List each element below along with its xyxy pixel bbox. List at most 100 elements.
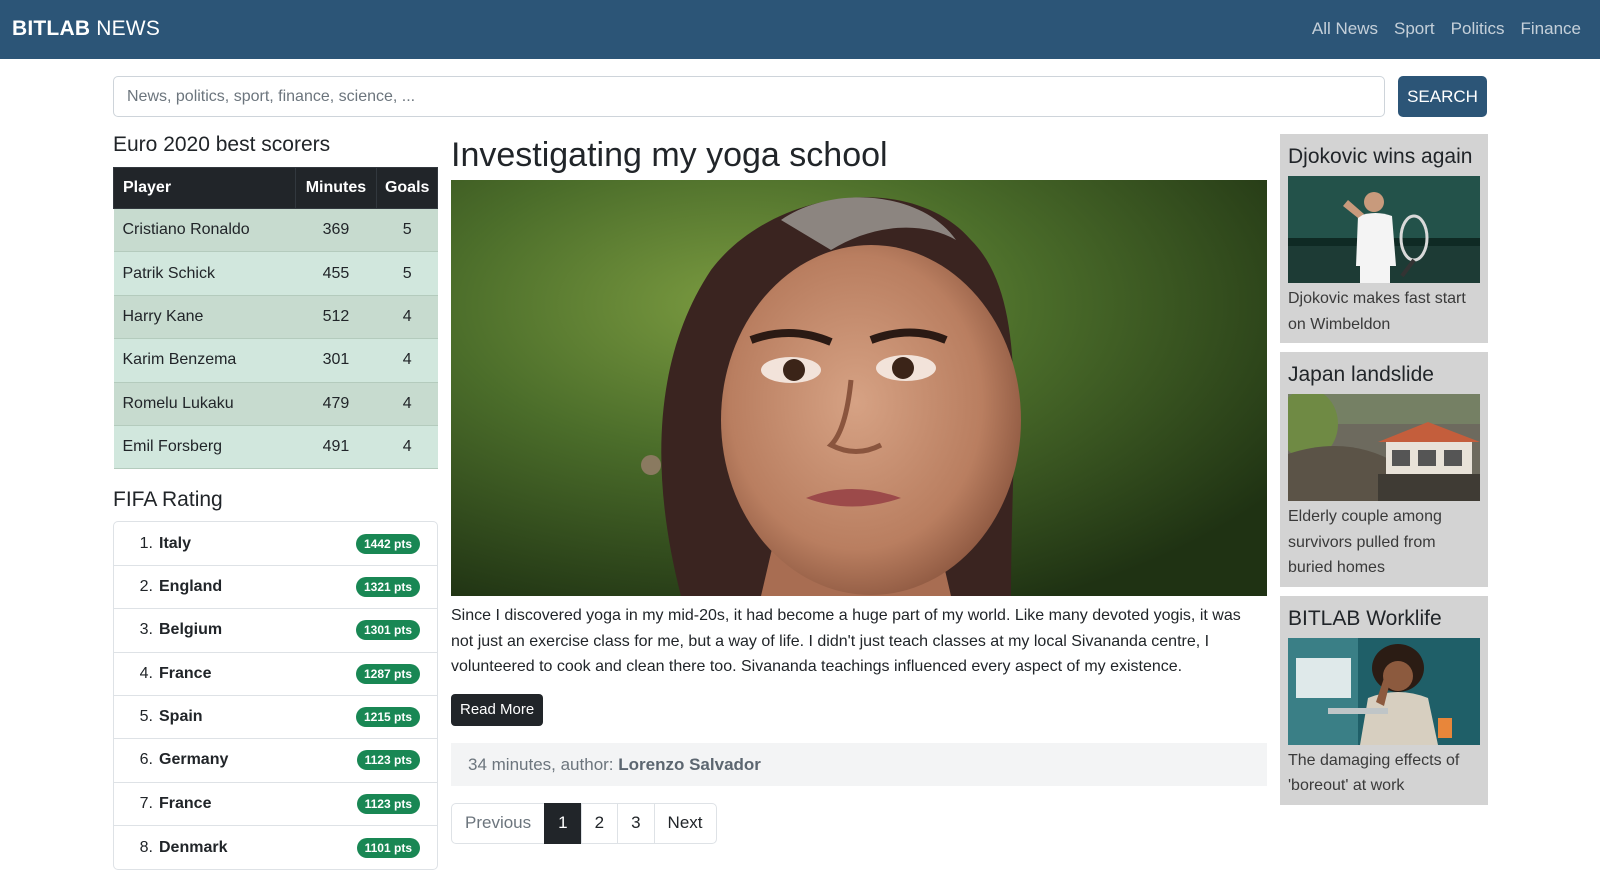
points-badge: 1321 pts <box>355 576 420 597</box>
player-minutes: 512 <box>295 295 377 340</box>
player-minutes: 491 <box>295 425 377 470</box>
list-item: 4. France 1287 pts <box>114 653 437 696</box>
scorers-table: Player Minutes Goals Cristiano Ronaldo 3… <box>113 167 438 470</box>
rank-number: 2. <box>139 577 153 595</box>
player-name: Harry Kane <box>113 295 295 340</box>
player-goals: 4 <box>376 295 438 340</box>
column-header-goals: Goals <box>376 167 438 209</box>
table-row: Harry Kane 512 4 <box>113 295 438 340</box>
top-navbar: BITLAB NEWS All News Sport Politics Fina… <box>0 0 1600 59</box>
pagination-next[interactable]: Next <box>653 802 717 844</box>
country-name: Italy <box>159 534 192 552</box>
list-item: 1. Italy 1442 pts <box>114 522 437 566</box>
list-item: 8. Denmark 1101 pts <box>114 826 437 869</box>
scorers-title: Euro 2020 best scorers <box>113 133 331 156</box>
table-row: Patrik Schick 455 5 <box>113 251 438 296</box>
card-text: The damaging effects of 'boreout' at wor… <box>1288 751 1460 795</box>
portrait-photo-icon <box>451 180 1267 596</box>
player-minutes: 369 <box>295 208 377 253</box>
country-name: Germany <box>159 751 229 769</box>
right-sidebar: Djokovic wins again Djokovic makes fast … <box>1280 134 1488 814</box>
rank-number: 3. <box>139 621 153 639</box>
player-name: Romelu Lukaku <box>113 382 295 426</box>
table-row: Emil Forsberg 491 4 <box>113 425 438 470</box>
country-name: France <box>159 664 212 682</box>
player-name: Emil Forsberg <box>113 425 295 470</box>
country-name: Spain <box>159 708 203 726</box>
left-sidebar: Euro 2020 best scorers Player Minutes Go… <box>113 133 438 871</box>
player-goals: 5 <box>376 251 438 296</box>
fifa-rating-title: FIFA Rating <box>113 488 223 512</box>
points-badge: 1101 pts <box>356 837 420 858</box>
player-name: Patrik Schick <box>113 251 295 296</box>
rank-number: 7. <box>139 794 153 812</box>
player-minutes: 455 <box>295 251 377 296</box>
nav-link-politics[interactable]: Politics <box>1451 19 1505 39</box>
fifa-rating-list: 1. Italy 1442 pts 2. England 1321 pts 3. Belg… <box>113 521 438 871</box>
card-title[interactable]: Japan landslide <box>1288 360 1480 390</box>
points-badge: 1287 pts <box>355 663 420 684</box>
player-name: Cristiano Ronaldo <box>113 208 295 253</box>
card-text: Djokovic makes fast start on Wimbeldon <box>1288 290 1466 333</box>
country-name: England <box>159 577 223 595</box>
news-card[interactable]: BITLAB Worklife The damaging effects of … <box>1280 595 1488 805</box>
nav-link-all-news[interactable]: All News <box>1312 19 1378 39</box>
player-minutes: 479 <box>295 382 377 426</box>
country-name: Denmark <box>159 838 228 856</box>
points-badge: 1123 pts <box>356 750 420 771</box>
table-row: Cristiano Ronaldo 369 5 <box>113 208 438 253</box>
nav-links: All News Sport Politics Finance <box>1312 19 1581 39</box>
landslide-photo-icon[interactable] <box>1288 394 1480 501</box>
search-input[interactable] <box>113 76 1385 117</box>
points-badge: 1123 pts <box>356 793 420 814</box>
table-row: Romelu Lukaku 479 4 <box>113 382 438 426</box>
author-name[interactable]: Lorenzo Salvador <box>618 755 761 774</box>
rank-number: 8. <box>139 838 153 856</box>
rank-number: 4. <box>139 664 153 682</box>
points-badge: 1215 pts <box>355 707 420 728</box>
player-name: Karim Benzema <box>113 338 295 383</box>
article-meta: 34 minutes, author: Lorenzo Salvador <box>451 742 1267 786</box>
search-button[interactable]: SEARCH <box>1398 76 1487 117</box>
nav-link-sport[interactable]: Sport <box>1394 19 1435 39</box>
country-name: France <box>159 794 212 812</box>
player-goals: 5 <box>376 208 438 253</box>
pagination: Previous 1 2 3 Next <box>451 802 1267 844</box>
column-header-minutes: Minutes <box>294 167 378 209</box>
card-title[interactable]: Djokovic wins again <box>1288 142 1480 172</box>
nav-link-finance[interactable]: Finance <box>1521 19 1581 39</box>
player-goals: 4 <box>376 425 438 470</box>
card-text: Elderly couple among survivors pulled fr… <box>1288 508 1442 576</box>
column-header-player: Player <box>113 167 296 209</box>
article-body: Since I discovered yoga in my mid-20s, i… <box>451 607 1241 675</box>
meta-prefix: 34 minutes, author: <box>468 754 619 774</box>
country-name: Belgium <box>159 621 223 639</box>
article-title: Investigating my yoga school <box>451 136 888 174</box>
news-card[interactable]: Japan landslide Elderly couple among sur… <box>1280 352 1488 587</box>
points-badge: 1301 pts <box>355 620 420 641</box>
points-badge: 1442 pts <box>355 533 420 554</box>
rank-number: 5. <box>139 708 153 726</box>
list-item: 3. Belgium 1301 pts <box>114 609 437 653</box>
tennis-photo-icon[interactable] <box>1288 176 1480 283</box>
read-more-button[interactable]: Read More <box>451 693 544 726</box>
brand-logo[interactable]: BITLAB NEWS <box>12 17 160 41</box>
player-goals: 4 <box>376 338 438 383</box>
list-item: 2. England 1321 pts <box>114 566 437 610</box>
rank-number: 6. <box>139 751 153 769</box>
rank-number: 1. <box>139 534 153 552</box>
table-row: Karim Benzema 301 4 <box>113 338 438 383</box>
card-title[interactable]: BITLAB Worklife <box>1288 604 1480 634</box>
office-worker-photo-icon[interactable] <box>1288 637 1480 745</box>
pagination-page-1[interactable]: 1 <box>544 802 582 844</box>
player-minutes: 301 <box>295 338 377 383</box>
list-item: 5. Spain 1215 pts <box>114 696 437 740</box>
player-goals: 4 <box>376 382 438 426</box>
pagination-previous[interactable]: Previous <box>451 802 546 844</box>
pagination-page-3[interactable]: 3 <box>617 802 655 844</box>
main-article: Investigating my yoga school Since I dis… <box>451 133 1267 844</box>
pagination-page-2[interactable]: 2 <box>580 802 619 844</box>
news-card[interactable]: Djokovic wins again Djokovic makes fast … <box>1280 134 1488 343</box>
list-item: 6. Germany 1123 pts <box>114 739 437 783</box>
list-item: 7. France 1123 pts <box>114 783 437 827</box>
